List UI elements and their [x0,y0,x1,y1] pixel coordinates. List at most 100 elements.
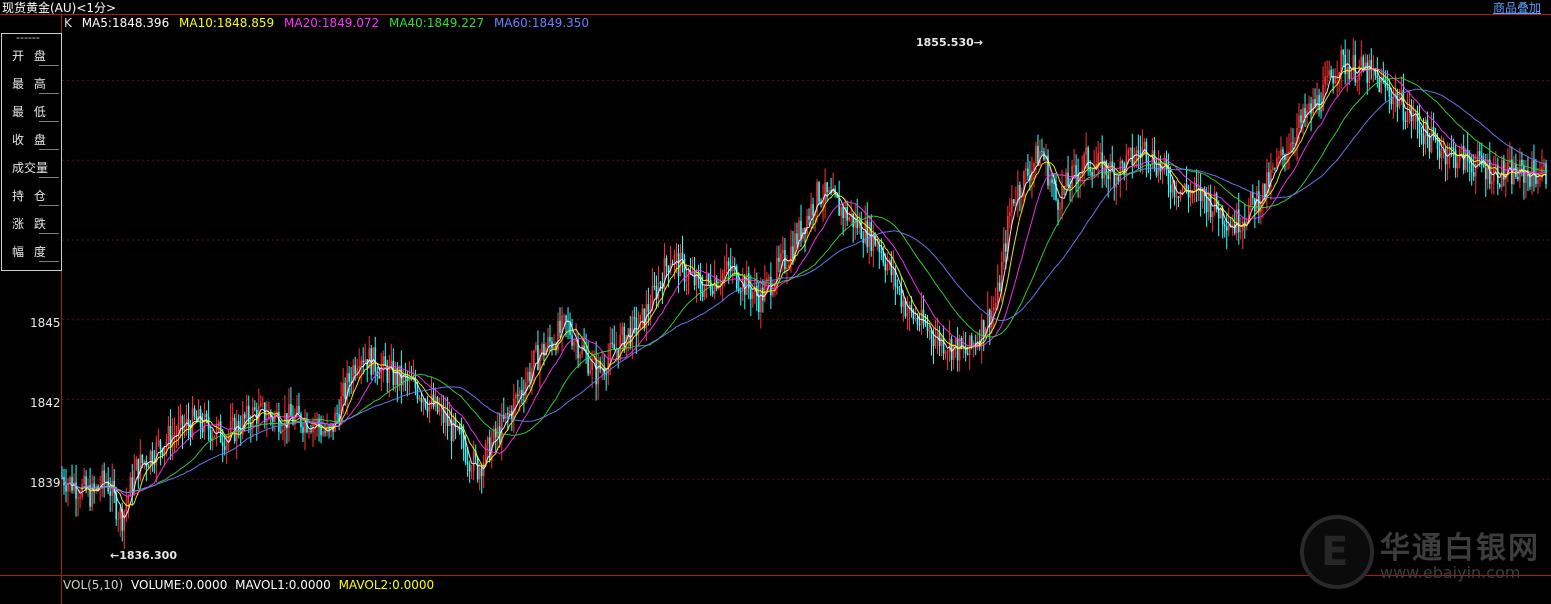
candle-body [631,317,634,346]
candle-body [1225,226,1228,231]
candle-body [1019,184,1021,197]
candle-body [826,182,828,193]
candle-body [772,291,774,296]
candle-body [986,309,989,329]
candle-body [1486,159,1489,180]
candle-body [513,398,515,420]
candle-body [444,413,447,423]
candle-body [1027,168,1029,176]
candle-body [1169,184,1172,193]
candle-body [308,430,310,433]
candle-body [667,266,670,273]
candle-body [147,466,150,468]
candle-body [902,300,905,307]
candle-body [966,353,969,355]
candle-body [1268,172,1270,187]
candle-body [946,351,949,353]
candlestick-chart[interactable] [0,0,1551,604]
candle-body [1280,149,1282,157]
candle-body [470,470,473,472]
candle-body [1245,221,1248,223]
candle-body [563,315,565,317]
candle-body [617,349,620,358]
candle-body [918,323,921,326]
candle-body [79,497,81,499]
candle-body [1468,161,1471,163]
candle-body [1472,172,1475,177]
candle-body [1085,147,1087,155]
candle-body [143,460,146,463]
candle-body [334,413,336,432]
candle-body [1360,56,1363,66]
candle-body [274,414,276,422]
candle-body [1332,76,1334,84]
candle-body [1308,103,1310,111]
candle-body [842,207,844,219]
candle-body [117,519,120,521]
candle-body [344,382,346,399]
candle-body [519,390,521,397]
candle-body [1378,77,1381,93]
candle-body [103,470,105,482]
candle-body [810,204,812,220]
candle-body [342,382,344,397]
candle-body [225,440,228,451]
candle-body [1292,142,1294,144]
candle-body [1386,86,1389,88]
candle-body [906,313,909,317]
candle-body [1129,147,1132,151]
candle-body [653,285,656,287]
candle-body [253,407,256,410]
candle-body [1513,164,1515,184]
candle-body [1503,160,1505,180]
candle-body [944,352,947,354]
candle-body [1517,176,1519,180]
candle-body [806,215,808,235]
candle-body [127,496,130,504]
candle-body [1181,189,1184,191]
candle-body [790,246,792,266]
candle-body [1041,151,1043,153]
candle-body [890,259,893,276]
candle-body [93,483,95,490]
candle-body [647,304,650,312]
candle-body [695,272,698,286]
candle-body [780,253,782,262]
candle-body [1067,172,1069,187]
candle-body [884,262,887,271]
high-price-marker: 1855.530→ [916,36,983,49]
candle-body [992,306,995,311]
candle-body [243,414,246,419]
candle-body [205,413,208,418]
candle-body [478,467,481,480]
candle-body [1440,152,1443,158]
candle-body [1398,101,1401,108]
candle-body [1334,78,1336,84]
candle-body [1119,161,1122,182]
candle-body [597,361,599,385]
candle-body [533,350,535,369]
candle-body [1121,161,1124,164]
candle-body [812,204,814,216]
candle-body [1177,196,1180,199]
candle-body [579,354,581,359]
candle-body [1035,145,1037,164]
candle-body [416,388,419,399]
mavol1-value: MAVOL1:0.0000 [235,578,331,592]
candle-body [1328,70,1330,76]
candle-body [392,360,395,386]
candle-body [231,417,234,422]
candle-body [1276,158,1278,168]
watermark-logo-icon: E [1300,515,1374,589]
candle-body [1278,156,1280,159]
candle-body [685,280,688,282]
candle-body [484,443,487,463]
candle-body [1366,62,1369,83]
candle-body [675,253,678,256]
candle-body [362,360,365,363]
candle-body [1113,168,1116,188]
candle-body [527,371,529,383]
candle-body [1009,212,1011,217]
candle-body [633,317,636,319]
candle-body [1003,243,1005,263]
